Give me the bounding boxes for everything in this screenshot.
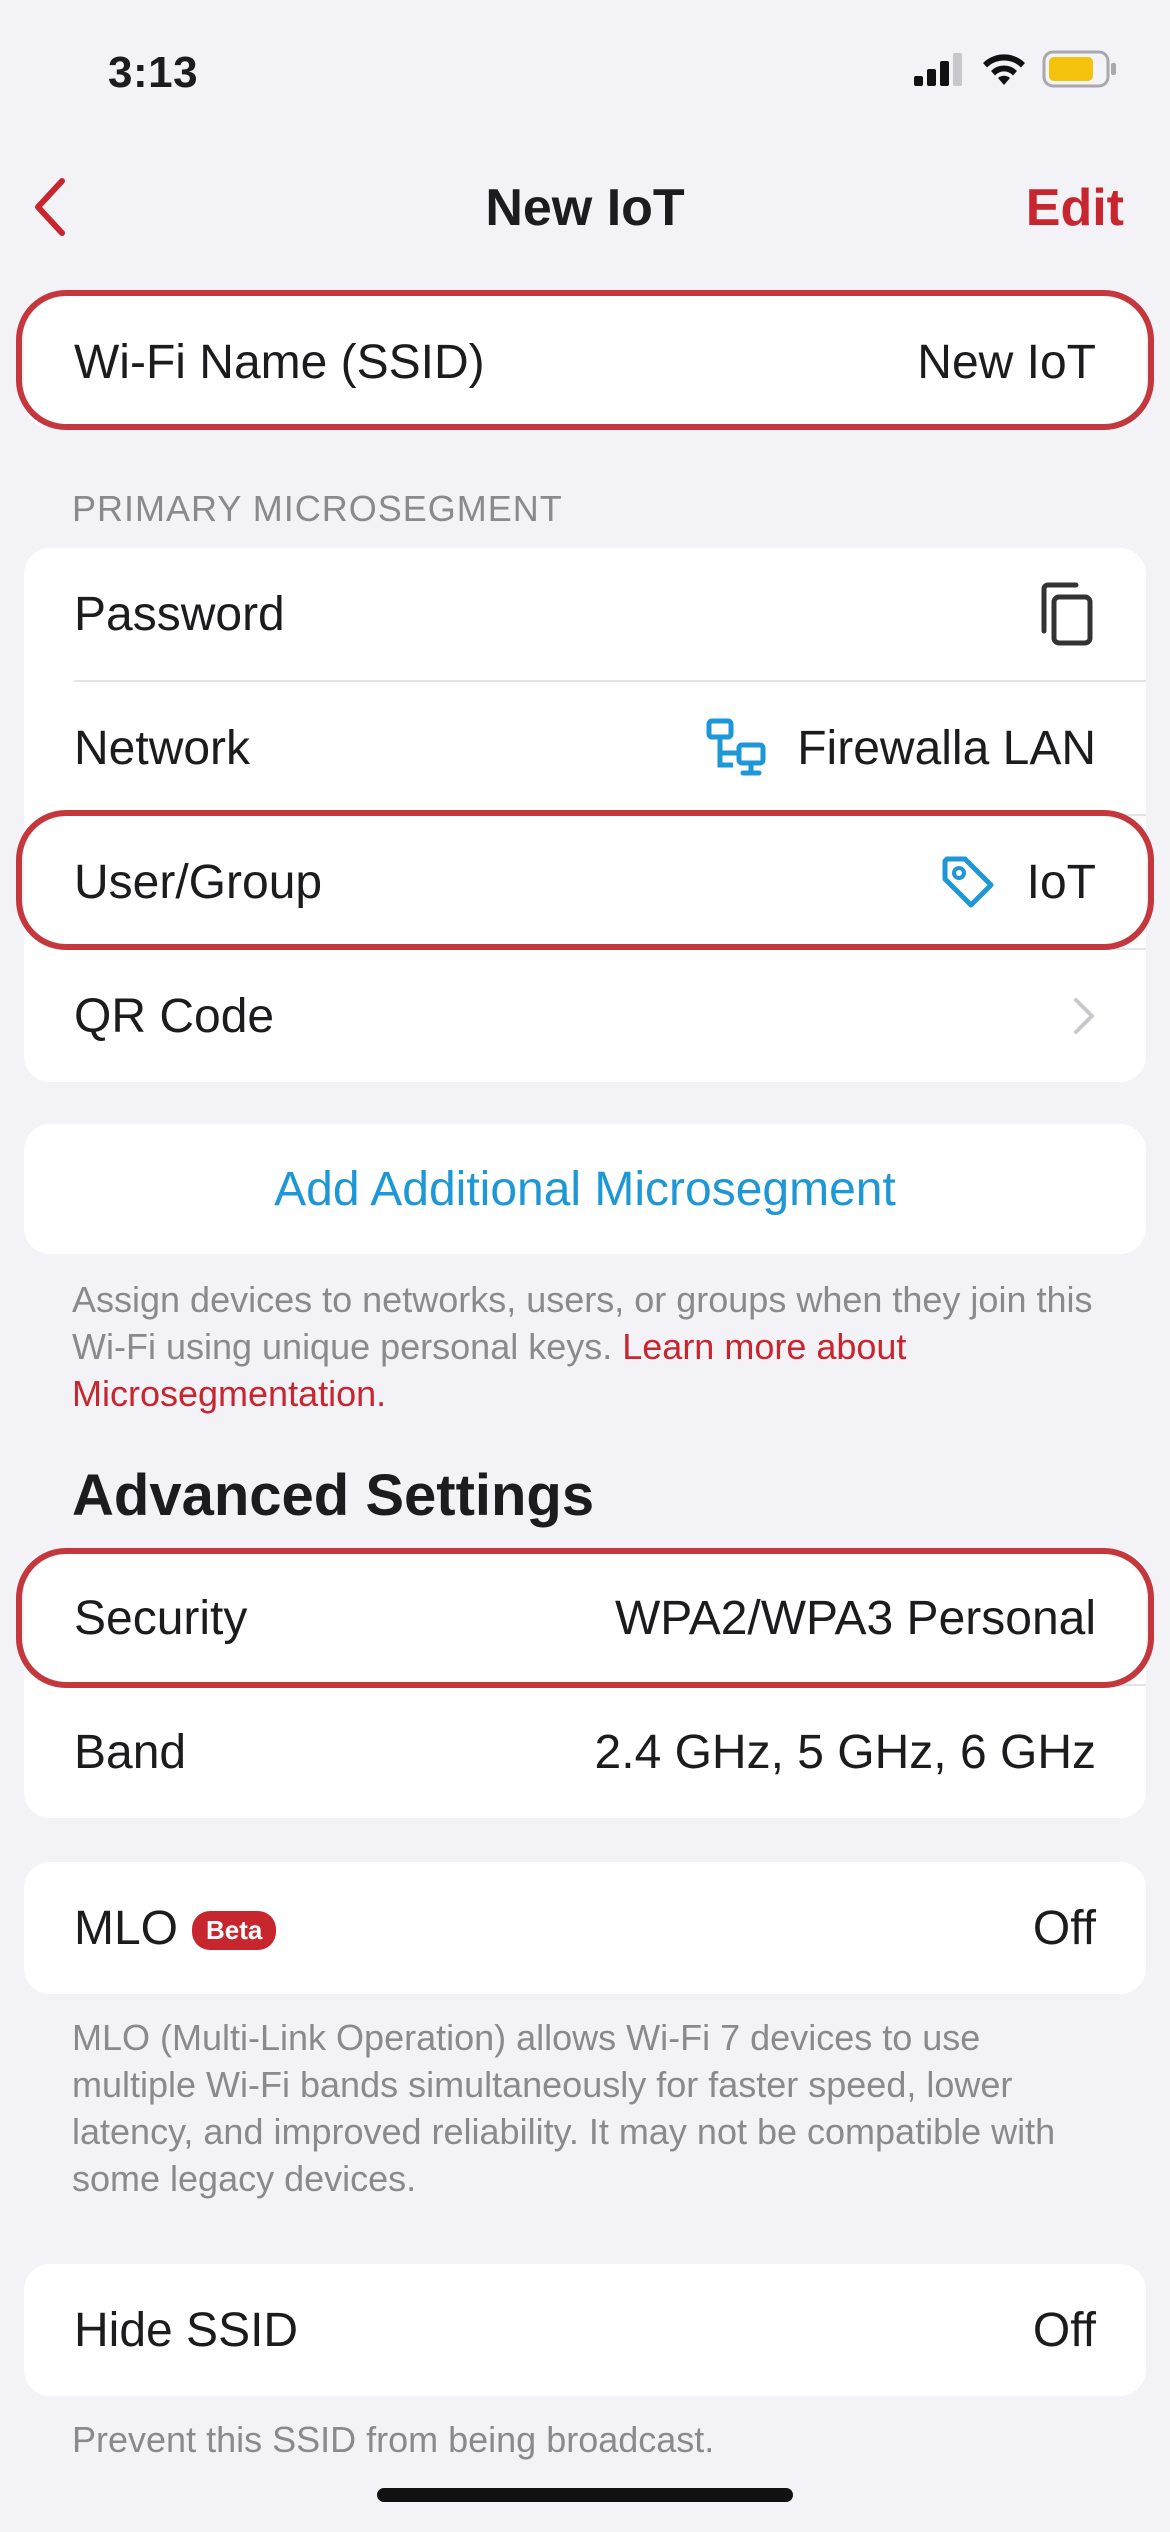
qr-code-label: QR Code <box>74 989 275 1043</box>
mlo-row[interactable]: MLO Beta Off <box>24 1862 1146 1994</box>
security-label: Security <box>74 1591 248 1645</box>
hide-ssid-footer: Prevent this SSID from being broadcast. <box>72 2419 715 2460</box>
wifi-icon <box>983 54 1025 85</box>
qr-code-row[interactable]: QR Code <box>24 950 1146 1082</box>
status-icons <box>914 50 1118 88</box>
hide-ssid-value: Off <box>1032 2303 1096 2357</box>
chevron-right-icon <box>1074 998 1094 1034</box>
advanced-settings-title: Advanced Settings <box>72 1463 595 1528</box>
password-label: Password <box>74 587 285 641</box>
copy-icon <box>1041 582 1093 646</box>
network-icon <box>706 718 766 776</box>
security-row[interactable]: Security WPA2/WPA3 Personal <box>24 1552 1146 1684</box>
password-row[interactable]: Password <box>24 548 1146 680</box>
security-value: WPA2/WPA3 Personal <box>614 1591 1096 1645</box>
ssid-row[interactable]: Wi-Fi Name (SSID) New IoT <box>24 296 1146 428</box>
mlo-value: Off <box>1032 1901 1096 1955</box>
home-indicator <box>377 2488 793 2502</box>
microsegment-footer: Assign devices to networks, users, or gr… <box>72 1276 1102 1417</box>
tag-icon <box>942 856 994 908</box>
band-label: Band <box>74 1725 187 1779</box>
band-row[interactable]: Band 2.4 GHz, 5 GHz, 6 GHz <box>24 1686 1146 1818</box>
hide-ssid-label: Hide SSID <box>74 2303 299 2357</box>
primary-section-header: PRIMARY MICROSEGMENT <box>72 488 563 529</box>
advanced-card: Security WPA2/WPA3 Personal Band 2.4 GHz… <box>24 1552 1146 1818</box>
battery-icon <box>1042 50 1116 88</box>
user-group-label: User/Group <box>74 855 323 909</box>
beta-badge: Beta <box>192 1911 277 1951</box>
mlo-card: MLO Beta Off <box>24 1862 1146 1994</box>
network-value: Firewalla LAN <box>797 721 1096 775</box>
page-title: New IoT <box>485 179 685 237</box>
status-time: 3:13 <box>108 48 199 97</box>
hide-ssid-card: Hide SSID Off <box>24 2264 1146 2396</box>
user-group-row[interactable]: User/Group IoT <box>24 816 1146 948</box>
add-microsegment-card: Add Additional Microsegment <box>24 1124 1146 1254</box>
cellular-signal-icon <box>914 53 962 86</box>
band-value: 2.4 GHz, 5 GHz, 6 GHz <box>594 1725 1096 1779</box>
hide-ssid-row[interactable]: Hide SSID Off <box>24 2264 1146 2396</box>
edit-button[interactable]: Edit <box>1026 178 1124 238</box>
ssid-label: Wi-Fi Name (SSID) <box>74 335 485 389</box>
ssid-card: Wi-Fi Name (SSID) New IoT <box>24 296 1146 428</box>
add-microsegment-button[interactable]: Add Additional Microsegment <box>24 1124 1146 1254</box>
wifi-detail-screen: 3:13 New IoT Edit Wi-Fi Name (SSID) New <box>0 0 1170 2532</box>
ssid-value: New IoT <box>917 335 1096 389</box>
network-row[interactable]: Network Firewalla LAN <box>24 682 1146 814</box>
microsegment-footer-text: Assign devices to networks, users, or gr… <box>72 1279 1093 1367</box>
copy-button[interactable] <box>1036 581 1096 647</box>
mlo-label: MLO <box>74 1901 179 1955</box>
network-label: Network <box>74 721 251 775</box>
user-group-value: IoT <box>1026 855 1096 909</box>
primary-card: Password Network Firewalla LAN User/Grou… <box>24 548 1146 1082</box>
mlo-footer: MLO (Multi-Link Operation) allows Wi-Fi … <box>72 2017 1056 2199</box>
